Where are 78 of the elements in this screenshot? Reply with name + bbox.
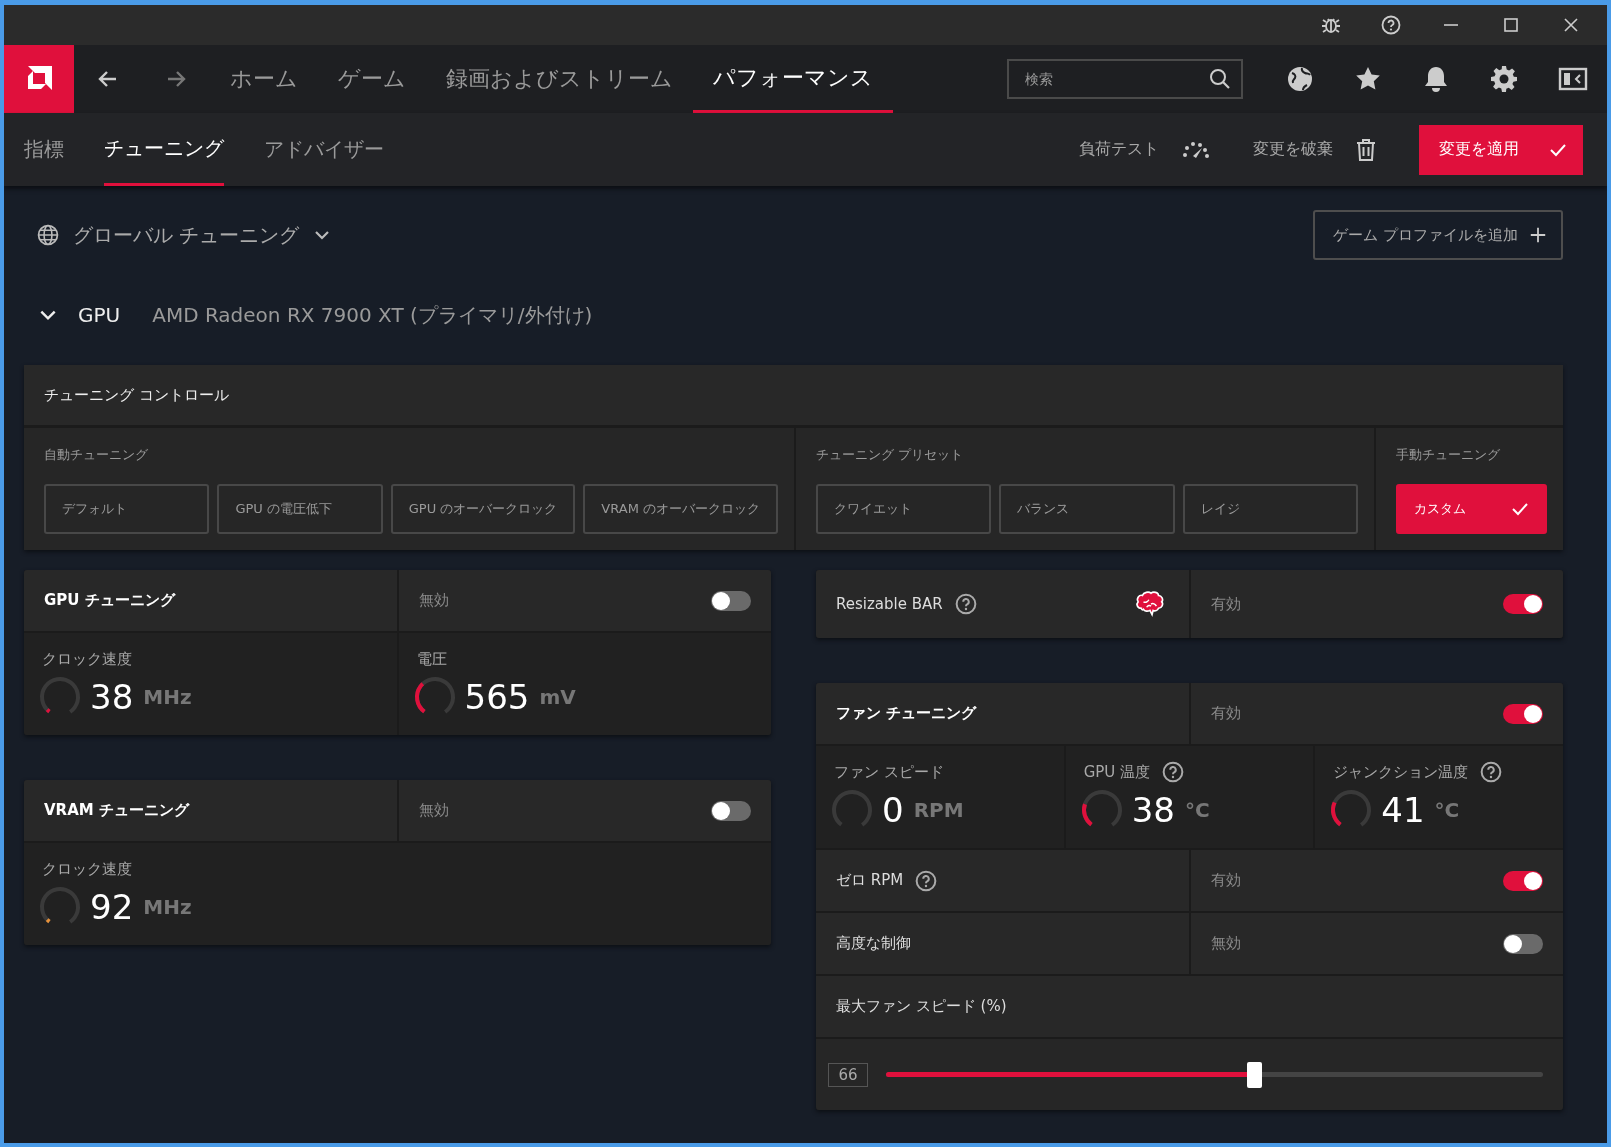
sub-tab[interactable]: チューニング bbox=[104, 113, 224, 186]
search-icon bbox=[1209, 68, 1231, 90]
search-field[interactable]: 検索 bbox=[1007, 59, 1243, 99]
stress-test-link[interactable]: 負荷テスト bbox=[1079, 139, 1159, 160]
tuning-option-button[interactable]: クワイエット bbox=[816, 484, 992, 534]
help-icon[interactable] bbox=[915, 869, 938, 892]
state-label: 有効 bbox=[1210, 871, 1241, 890]
state-label: 無効 bbox=[418, 801, 449, 820]
tuning-option-button[interactable]: デフォルト bbox=[44, 484, 210, 534]
toggle-switch[interactable] bbox=[711, 590, 751, 611]
metric-label: ジャンクション温度 bbox=[1333, 762, 1469, 782]
toggle-switch[interactable] bbox=[1503, 870, 1543, 891]
metric-unit: MHz bbox=[143, 895, 192, 919]
settings-icon[interactable] bbox=[1490, 65, 1520, 93]
slider-value-field[interactable]: 66 bbox=[828, 1062, 868, 1087]
discard-changes-link[interactable]: 変更を破棄 bbox=[1253, 139, 1333, 160]
setting-label: 最大ファン スピード (%) bbox=[836, 997, 1007, 1016]
metric-value: 38 bbox=[1131, 790, 1175, 830]
state-label: 無効 bbox=[418, 591, 449, 610]
slider-thumb[interactable] bbox=[1246, 1061, 1262, 1088]
nav-tab[interactable]: ゲーム bbox=[318, 45, 426, 113]
group-label: 手動チューニング bbox=[1396, 446, 1502, 464]
state-label: 有効 bbox=[1210, 594, 1241, 614]
metric-unit: MHz bbox=[143, 685, 192, 709]
setting-label: ファン チューニング bbox=[836, 704, 977, 723]
globe-icon bbox=[37, 224, 59, 246]
metric-unit: mV bbox=[539, 685, 576, 709]
sidebar-panel-icon[interactable] bbox=[1558, 65, 1588, 93]
metric-value: 0 bbox=[882, 790, 904, 830]
setting-label: VRAM チューニング bbox=[44, 801, 189, 820]
tuning-option-button[interactable]: GPU の電圧低下 bbox=[217, 484, 383, 534]
add-game-profile-button[interactable]: ゲーム プロファイルを追加 bbox=[1313, 210, 1563, 260]
metric-label: GPU 温度 bbox=[1083, 762, 1151, 782]
toggle-switch[interactable] bbox=[711, 800, 751, 821]
tuning-option-button[interactable]: カスタム bbox=[1396, 484, 1547, 534]
tuning-option-button[interactable]: VRAM のオーバークロック bbox=[583, 484, 778, 534]
metric-unit: °C bbox=[1184, 798, 1210, 822]
metric-label: ファン スピード bbox=[834, 762, 944, 782]
tuning-option-button[interactable]: GPU のオーバークロック bbox=[390, 484, 576, 534]
help-icon[interactable] bbox=[1162, 761, 1185, 783]
state-label: 無効 bbox=[1210, 934, 1241, 953]
device-name: AMD Radeon RX 7900 XT (プライマリ/外付け) bbox=[152, 301, 593, 329]
metric-label: 電圧 bbox=[416, 649, 447, 669]
maximize-icon[interactable] bbox=[1501, 15, 1521, 35]
toggle-switch[interactable] bbox=[1503, 933, 1543, 954]
metric-unit: °C bbox=[1434, 798, 1460, 822]
sub-tab[interactable]: アドバイザー bbox=[264, 113, 384, 186]
setting-label: GPU チューニング bbox=[44, 591, 175, 610]
setting-label: 高度な制御 bbox=[836, 934, 911, 953]
help-icon[interactable] bbox=[1381, 15, 1401, 35]
metric-label: クロック速度 bbox=[42, 859, 132, 879]
group-label: チューニング プリセット bbox=[816, 446, 965, 464]
help-icon[interactable] bbox=[954, 593, 977, 615]
state-label: 有効 bbox=[1210, 704, 1241, 723]
plus-icon bbox=[1529, 226, 1547, 244]
help-icon[interactable] bbox=[1480, 761, 1503, 783]
panel-title: チューニング コントロール bbox=[24, 365, 1563, 425]
setting-label: Resizable BAR bbox=[836, 595, 943, 613]
slider-track[interactable] bbox=[886, 1061, 1543, 1088]
nav-tab[interactable]: 録画およびストリーム bbox=[426, 45, 693, 113]
nav-tab[interactable]: ホーム bbox=[210, 45, 318, 113]
metric-unit: RPM bbox=[913, 798, 964, 822]
tuning-option-button[interactable]: バランス bbox=[999, 484, 1175, 534]
metric-value: 38 bbox=[90, 677, 134, 717]
tuning-option-button[interactable]: レイジ bbox=[1182, 484, 1359, 534]
device-category: GPU bbox=[78, 303, 121, 327]
setting-label: ゼロ RPM bbox=[836, 871, 904, 890]
toggle-switch[interactable] bbox=[1503, 703, 1543, 724]
toggle-switch[interactable] bbox=[1503, 594, 1543, 614]
group-label: 自動チューニング bbox=[44, 446, 149, 464]
metric-value: 92 bbox=[90, 887, 134, 927]
metric-value: 41 bbox=[1381, 790, 1425, 830]
apply-changes-button[interactable]: 変更を適用 bbox=[1419, 124, 1583, 175]
profile-dropdown[interactable]: グローバル チューニング bbox=[73, 221, 332, 249]
sub-tab[interactable]: 指標 bbox=[24, 113, 64, 186]
trash-icon[interactable] bbox=[1355, 137, 1377, 162]
metric-value: 565 bbox=[464, 677, 530, 717]
metric-label: クロック速度 bbox=[42, 649, 132, 669]
